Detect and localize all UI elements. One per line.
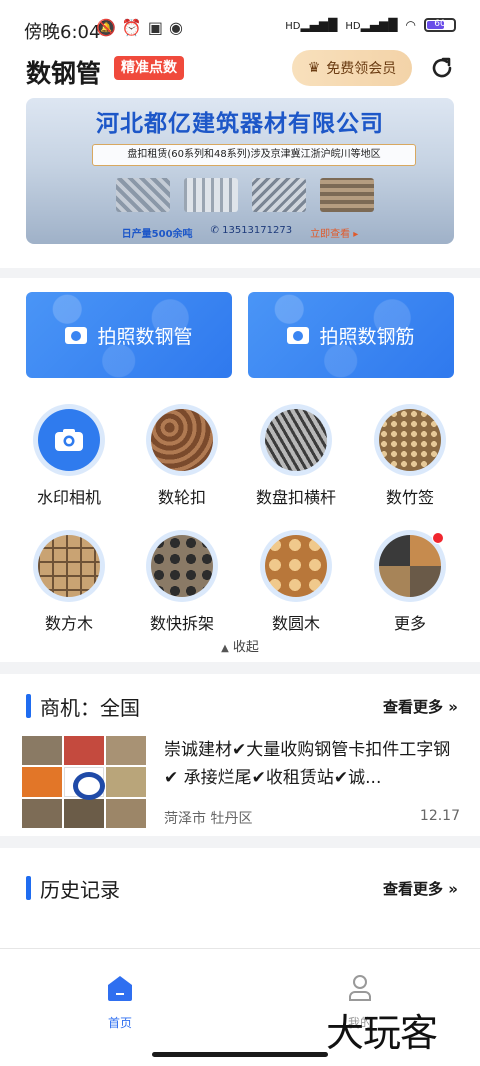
status-time: 傍晚6:04: [24, 22, 101, 43]
icon-label: 数方木: [44, 614, 93, 633]
double-chevron-right-icon: »: [448, 698, 458, 716]
ad-banner[interactable]: 河北都亿建筑器材有限公司 盘扣租赁(60系列和48系列)涉及京津冀江浙沪皖川等地…: [26, 98, 454, 244]
banner-area: 河北都亿建筑器材有限公司 盘扣租赁(60系列和48系列)涉及京津冀江浙沪皖川等地…: [0, 98, 480, 268]
wheel-buckle-image-icon: [151, 409, 213, 471]
icon-label: 更多: [393, 614, 426, 633]
collapse-label: 收起: [232, 640, 259, 655]
business-item-date: 12.17: [419, 808, 460, 824]
alarm-icon: ⏰: [121, 18, 142, 37]
icon-ring: [33, 404, 105, 476]
banner-company: 河北都亿建筑器材有限公司: [96, 111, 384, 137]
business-item-text[interactable]: 崇诚建材✔大量收购钢管卡扣件工字钢✔ 承接烂尾✔收租赁站✔诚...: [164, 736, 460, 792]
caret-up-icon: ▲: [221, 643, 229, 654]
business-title: 商机：全国: [40, 696, 140, 720]
product-image: [116, 178, 170, 212]
banner-product-images: [116, 178, 374, 212]
count-quick-frame-item[interactable]: 数快拆架: [127, 530, 237, 634]
count-bamboo-stick-item[interactable]: 数竹签: [355, 404, 465, 508]
more-tools-item[interactable]: 更多: [355, 530, 465, 634]
precise-count-badge: 精准点数: [114, 56, 184, 80]
banner-output: 日产量500余吨: [121, 229, 193, 240]
status-bar: 傍晚6:04 🔕 ⏰ ▣ ◉ HD▂▄▆█ HD▂▄▆█ ◠ 60: [0, 0, 480, 52]
page-title: 数钢管: [26, 59, 102, 88]
section-accent-bar: [26, 876, 31, 900]
mute-icon: 🔕: [96, 18, 116, 37]
wifi-icon: ◠: [405, 18, 416, 32]
banner-cta-link[interactable]: 立即查看 ▸: [310, 225, 358, 240]
product-image: [252, 178, 306, 212]
icon-ring: [146, 530, 218, 602]
app-header: 数钢管 精准点数 ♛ 免费领会员: [0, 50, 480, 98]
icon-label: 数轮扣: [157, 488, 206, 507]
icon-ring: [260, 404, 332, 476]
crown-icon: ♛: [307, 60, 321, 76]
watermark-camera-item[interactable]: 水印相机: [14, 404, 124, 508]
count-disc-buckle-bar-item[interactable]: 数盘扣横杆: [241, 404, 351, 508]
free-vip-button[interactable]: ♛ 免费领会员: [292, 50, 412, 86]
home-indicator[interactable]: [152, 1052, 328, 1057]
round-log-image-icon: [265, 535, 327, 597]
refresh-icon[interactable]: [428, 54, 456, 82]
icon-label: 数竹签: [385, 488, 434, 507]
photo-count-rebar-label: 拍照数钢筋: [319, 325, 415, 348]
watermark-logo: 大玩客: [326, 1011, 438, 1055]
banner-footer: 日产量500余吨 ✆ 13513171273 立即查看 ▸: [26, 225, 454, 240]
icon-label: 数圆木: [271, 614, 320, 633]
app-notification-icon-2: ◉: [168, 18, 183, 37]
icon-ring: [374, 530, 446, 602]
home-icon: [108, 976, 132, 1001]
bamboo-stick-image-icon: [379, 409, 441, 471]
status-icons: 🔕 ⏰ ▣ ◉: [96, 18, 183, 37]
count-square-timber-item[interactable]: 数方木: [14, 530, 124, 634]
square-timber-image-icon: [38, 535, 100, 597]
product-image: [184, 178, 238, 212]
app-notification-icon: ▣: [147, 18, 163, 37]
battery-icon: 60: [424, 18, 456, 32]
icon-label: 数快拆架: [149, 614, 214, 633]
history-title: 历史记录: [40, 878, 120, 902]
business-thumbnail[interactable]: [22, 736, 146, 828]
banner-subtitle: 盘扣租赁(60系列和48系列)涉及京津冀江浙沪皖川等地区: [92, 144, 416, 166]
tab-home-label: 首页: [107, 1016, 132, 1030]
history-more-link[interactable]: 查看更多 »: [383, 878, 458, 899]
business-item-location: 菏泽市 牡丹区: [164, 811, 253, 827]
icon-ring: [146, 404, 218, 476]
signal-icon: HD▂▄▆█: [285, 18, 338, 32]
user-icon: [349, 975, 371, 1001]
vip-label: 免费领会员: [326, 61, 397, 77]
photo-count-rebar-button[interactable]: 拍照数钢筋: [248, 292, 454, 378]
photo-count-pipe-button[interactable]: 拍照数钢管: [26, 292, 232, 378]
collapse-button[interactable]: ▲ 收起: [0, 636, 480, 655]
icon-label: 水印相机: [36, 488, 101, 507]
count-round-log-item[interactable]: 数圆木: [241, 530, 351, 634]
business-section: 商机：全国 查看更多 » 崇诚建材✔大量收购钢管卡扣件工字钢✔ 承接烂尾✔收租赁…: [0, 674, 480, 836]
status-right: HD▂▄▆█ HD▂▄▆█ ◠ 60: [285, 18, 456, 32]
camera-icon: [287, 326, 310, 344]
banner-phone: ✆ 13513171273: [210, 225, 293, 236]
more-tools-image-icon: [379, 535, 441, 597]
icon-ring: [260, 530, 332, 602]
photo-count-pipe-label: 拍照数钢管: [97, 325, 193, 348]
double-chevron-right-icon: »: [448, 880, 458, 898]
camera-icon: [38, 409, 100, 471]
battery-level: 60: [434, 19, 446, 29]
camera-icon: [65, 326, 88, 344]
quick-frame-image-icon: [151, 535, 213, 597]
icon-ring: [33, 530, 105, 602]
new-badge-dot: [432, 532, 444, 544]
signal-icon-2: HD▂▄▆█: [345, 18, 398, 32]
icon-ring: [374, 404, 446, 476]
history-section: 历史记录 查看更多 »: [0, 848, 480, 948]
count-wheel-buckle-item[interactable]: 数轮扣: [127, 404, 237, 508]
tab-home[interactable]: 首页: [80, 973, 160, 1031]
disc-buckle-bar-image-icon: [265, 409, 327, 471]
icon-label: 数盘扣横杆: [255, 488, 336, 507]
business-more-link[interactable]: 查看更多 »: [383, 696, 458, 717]
section-accent-bar: [26, 694, 31, 718]
product-image: [320, 178, 374, 212]
tools-grid: 拍照数钢管 拍照数钢筋 水印相机 数轮扣 数盘扣横杆 数竹签 数方木 数快拆架 …: [0, 278, 480, 662]
